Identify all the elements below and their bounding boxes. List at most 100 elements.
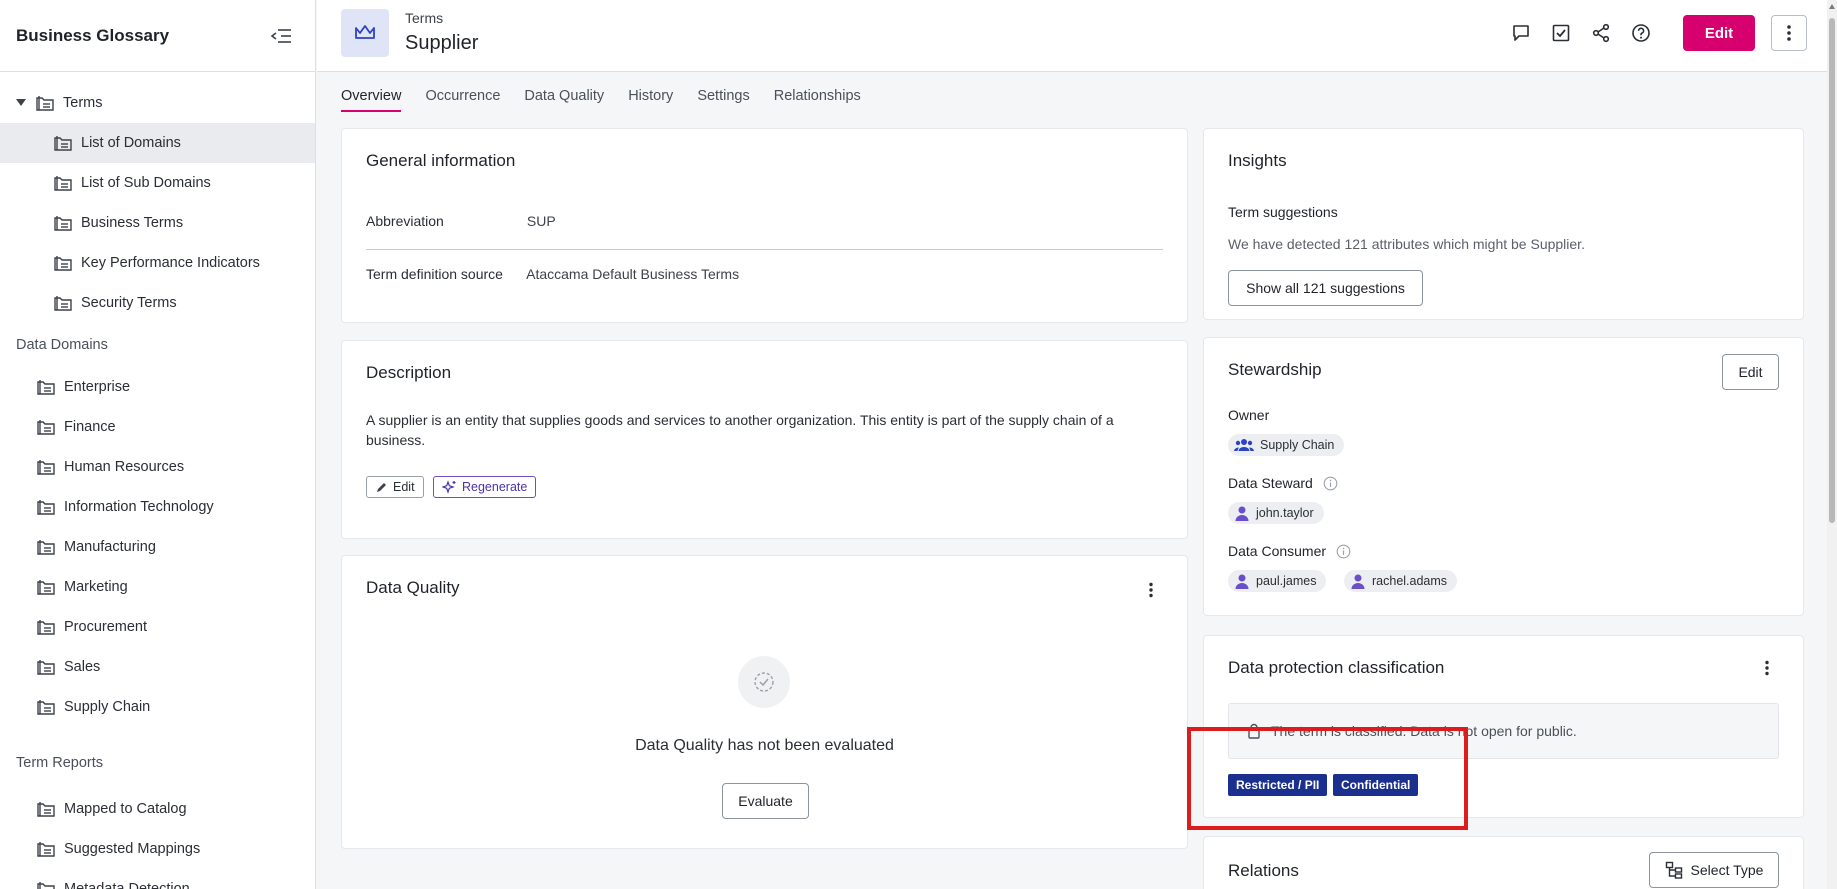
sidebar-item-terms[interactable]: Terms [0, 83, 315, 123]
folder-term-icon [35, 838, 57, 860]
tab-data-quality[interactable]: Data Quality [524, 88, 604, 112]
sidebar-item-label: Business Terms [81, 215, 184, 231]
source-value: Ataccama Default Business Terms [526, 266, 740, 282]
owner-chip[interactable]: Supply Chain [1228, 434, 1345, 456]
empty-state-text: Data Quality has not been evaluated [635, 737, 894, 754]
share-icon[interactable] [1581, 15, 1621, 51]
more-options-icon[interactable] [1139, 578, 1163, 602]
sidebar-item-procurement[interactable]: Procurement [0, 607, 315, 647]
consumer-chip[interactable]: paul.james [1228, 570, 1327, 592]
sidebar-item-business-terms[interactable]: Business Terms [0, 203, 315, 243]
evaluate-button[interactable]: Evaluate [722, 783, 809, 819]
sidebar-item-information-technology[interactable]: Information Technology [0, 487, 315, 527]
tab-overview[interactable]: Overview [341, 88, 402, 112]
sidebar-item-list-of-domains[interactable]: List of Domains [0, 123, 315, 163]
tab-relationships[interactable]: Relationships [774, 88, 861, 112]
sidebar-item-label: Supply Chain [64, 699, 151, 715]
card-title: Stewardship [1228, 360, 1322, 379]
edit-stewardship-button[interactable]: Edit [1722, 354, 1779, 390]
show-suggestions-button[interactable]: Show all 121 suggestions [1228, 270, 1423, 306]
collapse-sidebar-icon[interactable] [267, 22, 295, 50]
sidebar-item-finance[interactable]: Finance [0, 407, 315, 447]
task-check-icon[interactable] [1541, 15, 1581, 51]
consumer-chip[interactable]: rachel.adams [1344, 570, 1458, 592]
scroll-up-icon[interactable] [1828, 3, 1836, 11]
scrollbar-thumb[interactable] [1829, 18, 1835, 523]
label-text: Owner [1228, 407, 1270, 423]
info-icon[interactable] [1336, 544, 1351, 559]
sidebar-item-sales[interactable]: Sales [0, 647, 315, 687]
section-term-reports: Term Reports [16, 755, 104, 771]
button-label: Select Type [1690, 862, 1764, 878]
check-circle-icon [738, 656, 790, 708]
info-icon[interactable] [1323, 476, 1338, 491]
sparkle-icon [442, 479, 456, 494]
page-title: Supplier [405, 32, 479, 54]
breadcrumb[interactable]: Terms [405, 10, 443, 26]
folder-term-icon [35, 536, 57, 558]
tab-settings[interactable]: Settings [697, 88, 749, 112]
abbreviation-value: SUP [526, 213, 556, 229]
sidebar-item-list-of-sub-domains[interactable]: List of Sub Domains [0, 163, 315, 203]
tab-bar: Overview Occurrence Data Quality History… [341, 88, 885, 112]
card-title: Data Quality [366, 578, 460, 597]
edit-term-button[interactable]: Edit [1683, 15, 1755, 51]
sidebar-item-human-resources[interactable]: Human Resources [0, 447, 315, 487]
pencil-icon [377, 482, 386, 492]
sidebar-item-label: Manufacturing [64, 539, 156, 555]
tab-occurrence[interactable]: Occurrence [425, 88, 500, 112]
sidebar-item-label: Human Resources [64, 459, 185, 475]
sidebar-title: Business Glossary [16, 25, 170, 45]
suggestions-text: We have detected 121 attributes which mi… [1228, 236, 1585, 252]
data-quality-card: Data Quality Data Quality has not been e… [341, 555, 1188, 849]
sidebar-item-label: Security Terms [81, 295, 177, 311]
folder-term-icon [35, 878, 57, 889]
sidebar-item-kpis[interactable]: Key Performance Indicators [0, 243, 315, 283]
regenerate-button[interactable]: Regenerate [433, 476, 537, 498]
folder-term-icon [35, 496, 57, 518]
caret-down-icon[interactable] [14, 99, 28, 107]
tab-history[interactable]: History [628, 88, 673, 112]
highlight-annotation [1187, 727, 1468, 830]
folder-term-icon [35, 456, 57, 478]
sidebar-item-label: Finance [64, 419, 116, 435]
help-icon[interactable] [1621, 15, 1661, 51]
sidebar-item-label: Procurement [64, 619, 148, 635]
sidebar-item-label: List of Sub Domains [81, 175, 211, 191]
term-suggestions-title: Term suggestions [1228, 204, 1338, 220]
button-label: Regenerate [462, 480, 528, 494]
folder-term-icon [35, 576, 57, 598]
folder-term-icon [35, 416, 57, 438]
more-options-icon[interactable] [1755, 656, 1779, 680]
hierarchy-icon [1665, 861, 1682, 879]
sidebar-item-metadata-detection[interactable]: Metadata Detection [0, 869, 315, 889]
sidebar-item-mapped-to-catalog[interactable]: Mapped to Catalog [0, 789, 315, 829]
button-label: Edit [393, 480, 415, 494]
steward-chip[interactable]: john.taylor [1228, 502, 1324, 524]
crown-icon [341, 9, 389, 57]
sidebar-item-label: Metadata Detection [64, 881, 190, 889]
top-bar: Terms Supplier Edit [317, 0, 1837, 72]
more-options-icon[interactable] [1771, 15, 1807, 51]
folder-term-icon [52, 132, 74, 154]
sidebar-item-enterprise[interactable]: Enterprise [0, 367, 315, 407]
sidebar-header: Business Glossary [0, 0, 315, 72]
select-type-button[interactable]: Select Type [1649, 852, 1779, 888]
edit-description-button[interactable]: Edit [366, 476, 424, 498]
sidebar-item-security-terms[interactable]: Security Terms [0, 283, 315, 323]
sidebar-item-supply-chain[interactable]: Supply Chain [0, 687, 315, 727]
sidebar-item-manufacturing[interactable]: Manufacturing [0, 527, 315, 567]
app-root: Business Glossary Terms List of Domains [0, 0, 1837, 889]
sidebar-item-label: Terms [63, 95, 103, 111]
insights-card: Insights Term suggestions We have detect… [1203, 128, 1804, 320]
sidebar-item-marketing[interactable]: Marketing [0, 567, 315, 607]
sidebar-item-label: Key Performance Indicators [81, 255, 260, 271]
card-title: Insights [1228, 151, 1287, 170]
chip-label: Supply Chain [1260, 438, 1335, 452]
sidebar-item-label: Enterprise [64, 379, 131, 395]
comment-icon[interactable] [1501, 15, 1541, 51]
sidebar: Business Glossary Terms List of Domains [0, 0, 316, 889]
sidebar-item-suggested-mappings[interactable]: Suggested Mappings [0, 829, 315, 869]
folder-term-icon [52, 292, 74, 314]
sidebar-item-label: List of Domains [81, 135, 181, 151]
